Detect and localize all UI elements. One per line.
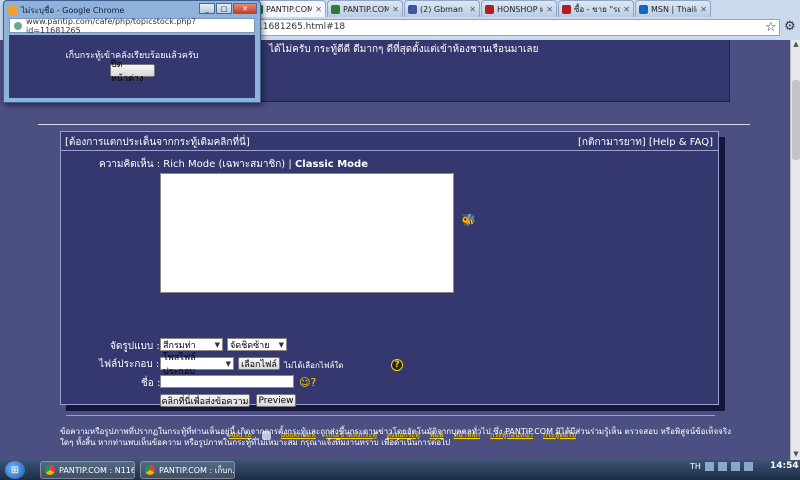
page-icon xyxy=(14,21,22,30)
page-content: ได้ไม่ครับ กระทู้ดีดี ดีมากๆ ดีที่สุดตั้… xyxy=(0,40,790,460)
scroll-up-icon[interactable]: ▲ xyxy=(791,40,800,50)
tab-honshop[interactable]: HONSHOP ผลาจ✕ xyxy=(481,0,557,17)
close-icon[interactable]: ✕ xyxy=(233,3,257,14)
align-select[interactable]: จัดชิดซ้าย ▼ xyxy=(227,338,287,351)
clock[interactable]: 14:54 xyxy=(770,462,799,471)
maximize-icon[interactable]: □ xyxy=(216,3,232,14)
preview-button[interactable]: Preview xyxy=(256,394,296,407)
previous-comment-text: ได้ไม่ครับ กระทู้ดีดี ดีมากๆ ดีที่สุดตั้… xyxy=(269,44,539,55)
facebook-favicon-icon xyxy=(408,4,417,14)
reply-header: [ต้องการแตกประเด็นจากกระทู้เดิมคลิกที่นี… xyxy=(61,132,718,150)
split-topic-link[interactable]: [ต้องการแตกประเด็นจากกระทู้เดิมคลิกที่นี… xyxy=(65,135,250,150)
close-icon[interactable]: ✕ xyxy=(700,5,707,14)
divider xyxy=(66,415,715,416)
system-tray: TH xyxy=(690,462,753,471)
choose-file-button[interactable]: เลือกไฟล์ xyxy=(238,357,280,370)
tray-icon[interactable] xyxy=(717,462,727,471)
popup-title-bar: ไม่ระบุชื่อ - Google Chrome xyxy=(8,4,124,17)
name-label: ชื่อ : xyxy=(141,378,161,389)
tab-buysell[interactable]: ซื้อ - ขาย "รถ" ม✕ xyxy=(558,0,634,17)
msn-favicon-icon xyxy=(639,4,648,14)
windows-start-icon[interactable]: ⊞ xyxy=(5,461,25,479)
name-input[interactable] xyxy=(160,375,294,388)
popup-body: เก็บกระทู้เข้าคลังเรียบร้อยแล้วครับ ปิดห… xyxy=(9,35,255,98)
rules-help-link[interactable]: [กติกามารยาท] [Help & FAQ] xyxy=(578,135,713,150)
close-icon[interactable]: ✕ xyxy=(546,5,553,14)
taskbar-item-1[interactable]: PANTIP.COM : N116... xyxy=(40,461,135,479)
wrench-icon[interactable]: ⚙ xyxy=(784,19,796,34)
tab-label: PANTIP.COM ไม่ xyxy=(343,4,390,14)
comment-label: ความคิดเห็น : Rich Mode (เฉพาะสมาชิก) | … xyxy=(99,159,368,170)
tab-label: HONSHOP ผลาจ xyxy=(497,4,543,14)
scroll-down-icon[interactable]: ▼ xyxy=(791,450,800,460)
network-icon[interactable] xyxy=(730,462,740,471)
chevron-down-icon: ▼ xyxy=(278,340,284,349)
tab-strip: PANTIP.COM : N✕ PANTIP.COM ไม่✕ (2) Gbma… xyxy=(250,0,800,18)
star-icon[interactable]: ☆ xyxy=(765,20,777,35)
address-bar[interactable]: 11681265.html#18 xyxy=(250,19,780,36)
tray-icon[interactable] xyxy=(704,462,714,471)
taskbar-item-2[interactable]: PANTIP.COM : เก็บก... xyxy=(140,461,235,479)
previous-comment: ได้ไม่ครับ กระทู้ดีดี ดีมากๆ ดีที่สุดตั้… xyxy=(260,40,730,102)
vertical-scrollbar[interactable]: ▲ ▼ xyxy=(790,40,800,460)
tab-label: MSN | Thailand xyxy=(651,4,697,14)
mascot-icon: 🐝 xyxy=(461,213,476,227)
chrome-icon xyxy=(45,465,55,475)
no-file-text: ไม่ได้เลือกไฟล์ใด xyxy=(284,361,344,370)
format-label: จัดรูปแบบ : xyxy=(110,341,160,352)
pantip-favicon-icon xyxy=(331,4,340,14)
honshop-favicon-icon xyxy=(485,4,494,14)
tab-msn[interactable]: MSN | Thailand✕ xyxy=(635,0,711,17)
rich-mode-link[interactable]: Rich Mode (เฉพาะสมาชิก) | xyxy=(163,159,291,170)
honshop-favicon-icon xyxy=(562,4,571,14)
tab-facebook[interactable]: (2) Gbman Bike✕ xyxy=(404,0,480,17)
close-icon[interactable]: ✕ xyxy=(623,5,630,14)
comment-textarea[interactable] xyxy=(160,173,454,293)
window-controls: _ □ ✕ xyxy=(199,3,257,14)
emoticon-icon[interactable]: ☺? xyxy=(299,376,316,389)
file-type-select[interactable]: โพสไฟล์ประกอบ ▼ xyxy=(160,353,234,377)
divider xyxy=(61,150,718,151)
language-indicator[interactable]: TH xyxy=(690,462,701,471)
tab-pantip-1[interactable]: PANTIP.COM : N✕ xyxy=(250,0,326,17)
disclaimer-text: ข้อความหรือรูปภาพที่ปรากฏในกระทู้ที่ท่าน… xyxy=(60,427,732,447)
scroll-thumb[interactable] xyxy=(792,80,800,160)
taskbar: ⊞ PANTIP.COM : N116... PANTIP.COM : เก็บ… xyxy=(0,460,800,480)
tab-label: ซื้อ - ขาย "รถ" ม xyxy=(574,4,620,14)
divider xyxy=(38,124,750,125)
classic-mode-label: Classic Mode xyxy=(294,159,368,170)
chevron-down-icon: ▼ xyxy=(225,359,231,368)
chevron-down-icon: ▼ xyxy=(214,340,220,349)
submit-button[interactable]: คลิกที่นี่เพื่อส่งข้อความ xyxy=(160,394,250,407)
volume-icon[interactable] xyxy=(743,462,753,471)
popup-title: ไม่ระบุชื่อ - Google Chrome xyxy=(21,6,125,15)
reply-form: [ต้องการแตกประเด็นจากกระทู้เดิมคลิกที่นี… xyxy=(60,131,719,440)
chrome-icon xyxy=(145,465,155,475)
file-label: ไฟล์ประกอบ : xyxy=(99,359,160,370)
close-icon[interactable]: ✕ xyxy=(392,5,399,14)
close-window-button[interactable]: ปิดหน้าต่าง xyxy=(110,60,155,84)
close-icon[interactable]: ✕ xyxy=(469,5,476,14)
popup-address-bar[interactable]: www.pantip.com/cafe/php/topicstock.php?i… xyxy=(9,17,255,35)
tab-label: (2) Gbman Bike xyxy=(420,4,466,14)
tab-label: PANTIP.COM : N xyxy=(266,4,313,14)
close-icon[interactable]: ✕ xyxy=(315,5,322,14)
minimize-icon[interactable]: _ xyxy=(199,3,215,14)
help-icon[interactable]: ? xyxy=(391,359,403,371)
incognito-icon xyxy=(8,6,17,15)
popup-window: ไม่ระบุชื่อ - Google Chrome _ □ ✕ www.pa… xyxy=(3,0,261,103)
tab-pantip-2[interactable]: PANTIP.COM ไม่✕ xyxy=(327,0,403,17)
